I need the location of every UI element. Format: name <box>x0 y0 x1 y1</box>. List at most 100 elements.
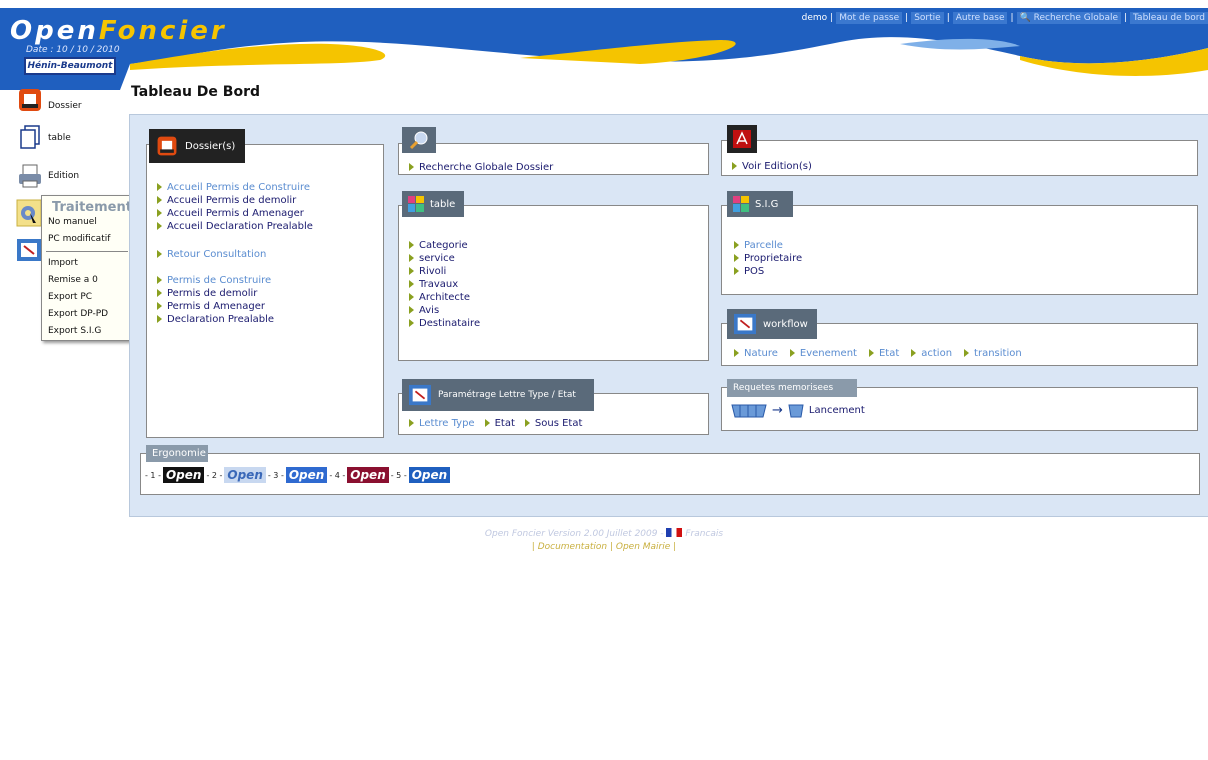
dossier-icon <box>19 89 41 111</box>
link-evenement[interactable]: Evenement <box>789 348 857 359</box>
nav-edition[interactable]: Edition <box>16 162 79 190</box>
ergonomie-box: - 1 - Open - 2 - Open - 3 - Open - 4 - Open … <box>140 453 1200 495</box>
traitement-icon[interactable] <box>16 199 42 227</box>
page-title: Tableau De Bord <box>131 84 261 100</box>
theme-5-button[interactable]: Open <box>408 467 451 483</box>
tab-workflow[interactable]: workflow <box>727 309 817 339</box>
tab-ergonomie[interactable]: Ergonomie <box>146 445 208 462</box>
link-parcelle[interactable]: Parcelle <box>734 240 783 251</box>
bin-icon <box>788 404 804 418</box>
other-base-link[interactable]: Autre base <box>952 12 1008 24</box>
link-voir-editions[interactable]: Voir Edition(s) <box>732 161 812 172</box>
link-accueil-dp[interactable]: Accueil Declaration Prealable <box>157 221 313 232</box>
link-accueil-pa[interactable]: Accueil Permis d Amenager <box>157 208 304 219</box>
link-destinataire[interactable]: Destinataire <box>409 318 480 329</box>
parametrage-icon <box>409 384 431 406</box>
link-lancement[interactable]: Lancement <box>809 405 865 416</box>
dossier-icon <box>157 136 177 156</box>
theme-2-button[interactable]: Open <box>224 467 266 483</box>
nav-dossier[interactable]: Dossier <box>16 86 82 114</box>
parametrage-icon[interactable] <box>16 238 42 262</box>
link-sous-etat[interactable]: Sous Etat <box>524 418 582 429</box>
printer-icon <box>19 164 41 188</box>
language-link[interactable]: Francais <box>685 529 723 539</box>
traitement-menu-title: Traitement <box>52 200 132 215</box>
link-etat-workflow[interactable]: Etat <box>868 348 899 359</box>
link-retour-consultation[interactable]: Retour Consultation <box>157 249 266 260</box>
link-rivoli[interactable]: Rivoli <box>409 266 446 277</box>
global-search-link[interactable]: 🔍 Recherche Globale <box>1016 12 1121 24</box>
tab-parametrage-label: Paramétrage Lettre Type / Etat <box>438 390 576 400</box>
menu-divider <box>46 251 128 252</box>
link-permis-amenager[interactable]: Permis d Amenager <box>157 301 265 312</box>
link-service[interactable]: service <box>409 253 455 264</box>
table-icon <box>20 125 40 149</box>
app-logo[interactable]: OpenFoncier <box>10 16 227 46</box>
documentation-link[interactable]: Documentation <box>538 542 607 552</box>
link-lettre-type[interactable]: Lettre Type <box>409 418 475 429</box>
search-icon: 🔍 <box>1019 13 1031 23</box>
tab-ergonomie-label: Ergonomie <box>152 448 206 459</box>
dossiers-box: Accueil Permis de Construire Accueil Per… <box>146 144 384 438</box>
link-accueil-pd[interactable]: Accueil Permis de demolir <box>157 195 296 206</box>
parametrage-links: Lettre Type Etat Sous Etat <box>409 418 582 429</box>
link-avis[interactable]: Avis <box>409 305 439 316</box>
menu-item-export-pc[interactable]: Export PC <box>48 292 92 302</box>
user-name: demo <box>801 13 828 23</box>
nav-dossier-label: Dossier <box>48 101 82 111</box>
magnifier-icon <box>409 131 428 150</box>
requetes-launch[interactable]: → Lancement <box>730 402 865 418</box>
dashboard-link[interactable]: Tableau de bord <box>1130 12 1208 24</box>
menu-item-import[interactable]: Import <box>48 258 78 268</box>
tab-requetes-label: Requetes memorisees <box>733 383 834 393</box>
current-date: Date : 10 / 10 / 2010 <box>26 45 120 55</box>
link-travaux[interactable]: Travaux <box>409 279 458 290</box>
traitement-menu: Traitement No manuel PC modificatif Impo… <box>41 195 133 341</box>
logout-link[interactable]: Sortie <box>911 12 944 24</box>
tab-dossiers-label: Dossier(s) <box>185 140 236 152</box>
tab-table[interactable]: table <box>402 191 464 217</box>
tab-dossiers[interactable]: Dossier(s) <box>149 129 245 163</box>
recherche-box: Recherche Globale Dossier <box>398 143 709 175</box>
link-architecte[interactable]: Architecte <box>409 292 470 303</box>
nav-table[interactable]: table <box>16 124 71 152</box>
color-grid-icon <box>733 196 749 212</box>
flag-fr-icon <box>666 528 683 537</box>
workflow-icon <box>734 313 756 335</box>
link-categorie[interactable]: Categorie <box>409 240 468 251</box>
bins-icon <box>731 404 767 418</box>
pdf-icon <box>733 130 751 148</box>
theme-4-button[interactable]: Open <box>347 467 389 483</box>
link-permis-construire[interactable]: Permis de Construire <box>157 275 271 286</box>
password-link[interactable]: Mot de passe <box>836 12 903 24</box>
link-etat[interactable]: Etat <box>484 418 515 429</box>
theme-1-button[interactable]: Open <box>162 467 205 483</box>
footer-version: Open Foncier Version 2.00 Juillet 2009 -… <box>0 528 1208 539</box>
link-permis-demolir[interactable]: Permis de demolir <box>157 288 257 299</box>
menu-item-export-sig[interactable]: Export S.I.G <box>48 326 101 336</box>
link-pos[interactable]: POS <box>734 266 764 277</box>
menu-item-export-dp-pd[interactable]: Export DP-PD <box>48 309 108 319</box>
menu-item-no-manuel[interactable]: No manuel <box>48 217 97 227</box>
link-declaration-prealable[interactable]: Declaration Prealable <box>157 314 274 325</box>
link-accueil-pc[interactable]: Accueil Permis de Construire <box>157 182 310 193</box>
link-transition[interactable]: transition <box>964 348 1022 359</box>
tab-parametrage[interactable]: Paramétrage Lettre Type / Etat <box>402 379 594 411</box>
open-mairie-link[interactable]: Open Mairie <box>616 542 670 552</box>
menu-item-pc-modificatif[interactable]: PC modificatif <box>48 234 110 244</box>
tab-requetes[interactable]: Requetes memorisees <box>727 379 857 397</box>
theme-3-button[interactable]: Open <box>285 467 328 483</box>
link-recherche-globale[interactable]: Recherche Globale Dossier <box>409 162 553 173</box>
sig-box: Parcelle Proprietaire POS <box>721 205 1198 295</box>
link-action[interactable]: action <box>911 348 952 359</box>
menu-item-remise-a-0[interactable]: Remise a 0 <box>48 275 98 285</box>
link-nature[interactable]: Nature <box>734 348 778 359</box>
tab-sig[interactable]: S.I.G <box>727 191 793 217</box>
tab-recherche[interactable] <box>402 127 436 153</box>
tab-edition[interactable] <box>727 125 757 153</box>
city-name: Hénin-Beaumont <box>24 57 116 75</box>
edition-box: Voir Edition(s) <box>721 140 1198 176</box>
link-proprietaire[interactable]: Proprietaire <box>734 253 802 264</box>
nav-edition-label: Edition <box>48 171 80 181</box>
table-box: Categorie service Rivoli Travaux Archite… <box>398 205 709 361</box>
